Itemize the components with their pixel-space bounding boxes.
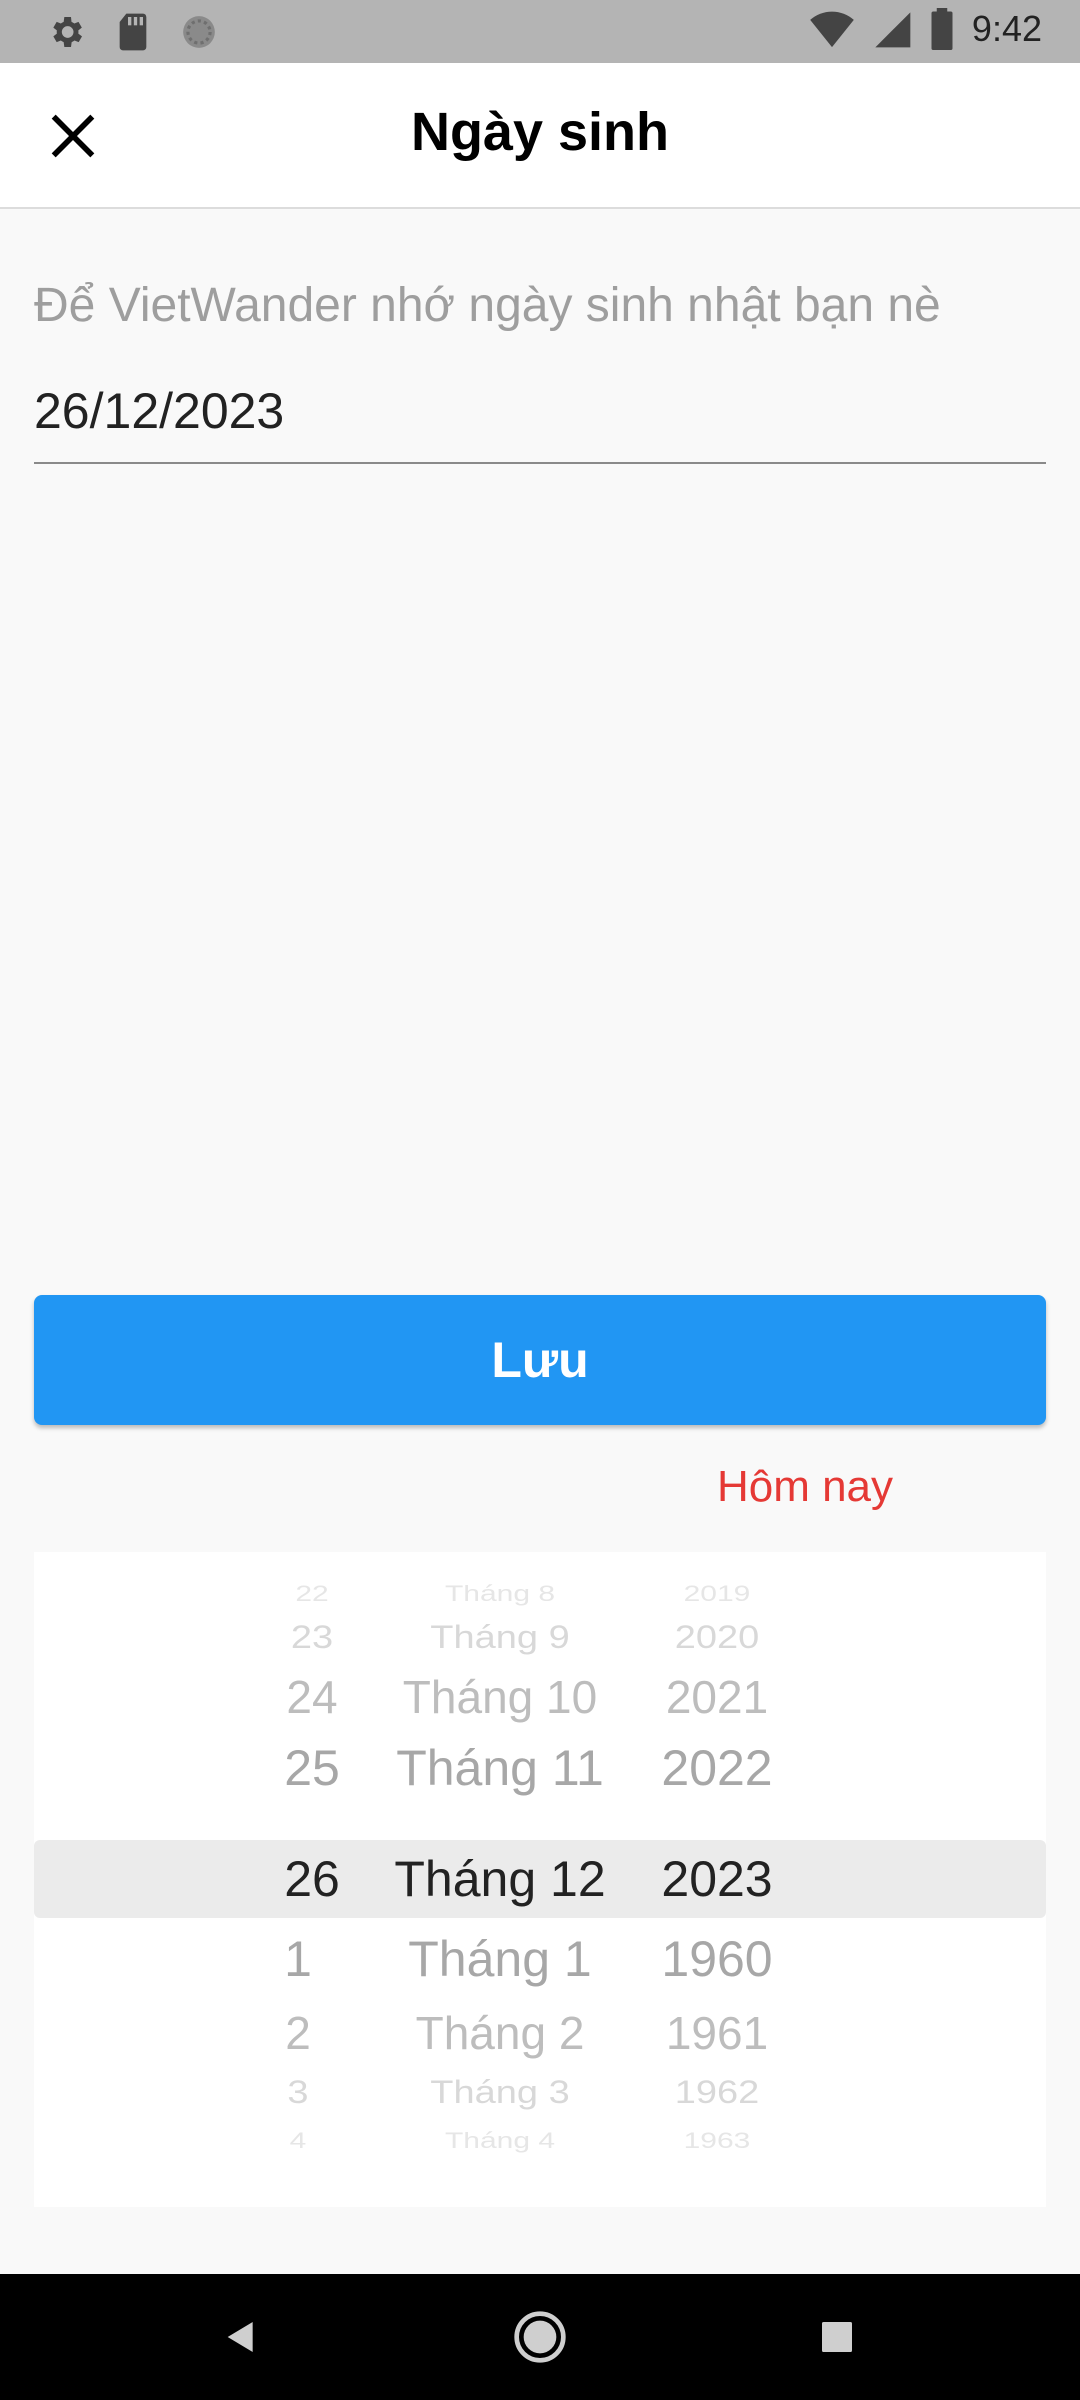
picker-year[interactable]: 1960 — [661, 1930, 772, 1988]
back-button[interactable] — [208, 2304, 274, 2370]
picker-year[interactable]: 1961 — [666, 2006, 768, 2060]
picker-year[interactable]: 2019 — [684, 1581, 751, 1607]
picker-month[interactable]: Tháng 2 — [416, 2006, 585, 2060]
wifi-icon — [810, 11, 854, 48]
home-icon — [514, 2311, 566, 2363]
picker-year[interactable]: 2020 — [675, 1620, 760, 1657]
picker-year[interactable]: 1962 — [675, 2075, 760, 2112]
status-right-icons: 9:42 — [810, 8, 1042, 50]
picker-year[interactable]: 2021 — [666, 1670, 768, 1724]
circle-icon — [183, 16, 215, 48]
picker-month[interactable]: Tháng 1 — [408, 1930, 591, 1988]
picker-day[interactable]: 2 — [285, 2006, 311, 2060]
picker-day[interactable]: 4 — [290, 2128, 307, 2154]
picker-year[interactable]: 2022 — [661, 1739, 772, 1797]
status-time: 9:42 — [971, 8, 1042, 49]
picker-year[interactable]: 2023 — [661, 1850, 772, 1908]
picker-month[interactable]: Tháng 3 — [430, 2075, 569, 2112]
status-bar: 9:42 — [0, 0, 1080, 63]
page-title: Ngày sinh — [410, 102, 670, 162]
picker-month[interactable]: Tháng 8 — [445, 1581, 555, 1607]
picker-month[interactable]: Tháng 11 — [396, 1739, 604, 1797]
date-picker[interactable]: 22 Tháng 8 2019 23 Tháng 9 2020 24 Tháng 10 2021… — [34, 1552, 1046, 2207]
recents-icon — [822, 2322, 852, 2352]
picker-day[interactable]: 3 — [287, 2075, 308, 2112]
picker-day[interactable]: 1 — [284, 1930, 312, 1988]
birthday-field-label: Để VietWander nhớ ngày sinh nhật bạn nè — [34, 279, 941, 332]
picker-month[interactable]: Tháng 9 — [430, 1620, 569, 1657]
battery-icon — [931, 8, 953, 50]
home-button[interactable] — [507, 2304, 573, 2370]
back-icon — [227, 2322, 253, 2352]
picker-month[interactable]: Tháng 4 — [445, 2128, 555, 2154]
field-underline — [34, 462, 1046, 464]
picker-year[interactable]: 1963 — [684, 2128, 751, 2154]
sd-card-icon — [119, 13, 147, 51]
today-button[interactable]: Hôm nay — [700, 1462, 910, 1512]
picker-day[interactable]: 22 — [295, 1581, 328, 1607]
recents-button[interactable] — [804, 2304, 870, 2370]
picker-month[interactable]: Tháng 12 — [394, 1850, 605, 1908]
gear-icon — [53, 17, 82, 47]
picker-day[interactable]: 26 — [284, 1850, 340, 1908]
navigation-bar — [0, 2274, 1080, 2400]
picker-day[interactable]: 24 — [286, 1670, 337, 1724]
picker-month[interactable]: Tháng 10 — [403, 1670, 597, 1724]
signal-icon — [875, 12, 911, 48]
birthday-field[interactable]: 26/12/2023 — [34, 382, 284, 440]
app-bar: Ngày sinh — [0, 63, 1080, 209]
status-left-icons — [46, 12, 218, 52]
picker-day[interactable]: 25 — [284, 1739, 340, 1797]
save-button[interactable]: Lưu — [34, 1295, 1046, 1425]
picker-day[interactable]: 23 — [291, 1620, 333, 1657]
